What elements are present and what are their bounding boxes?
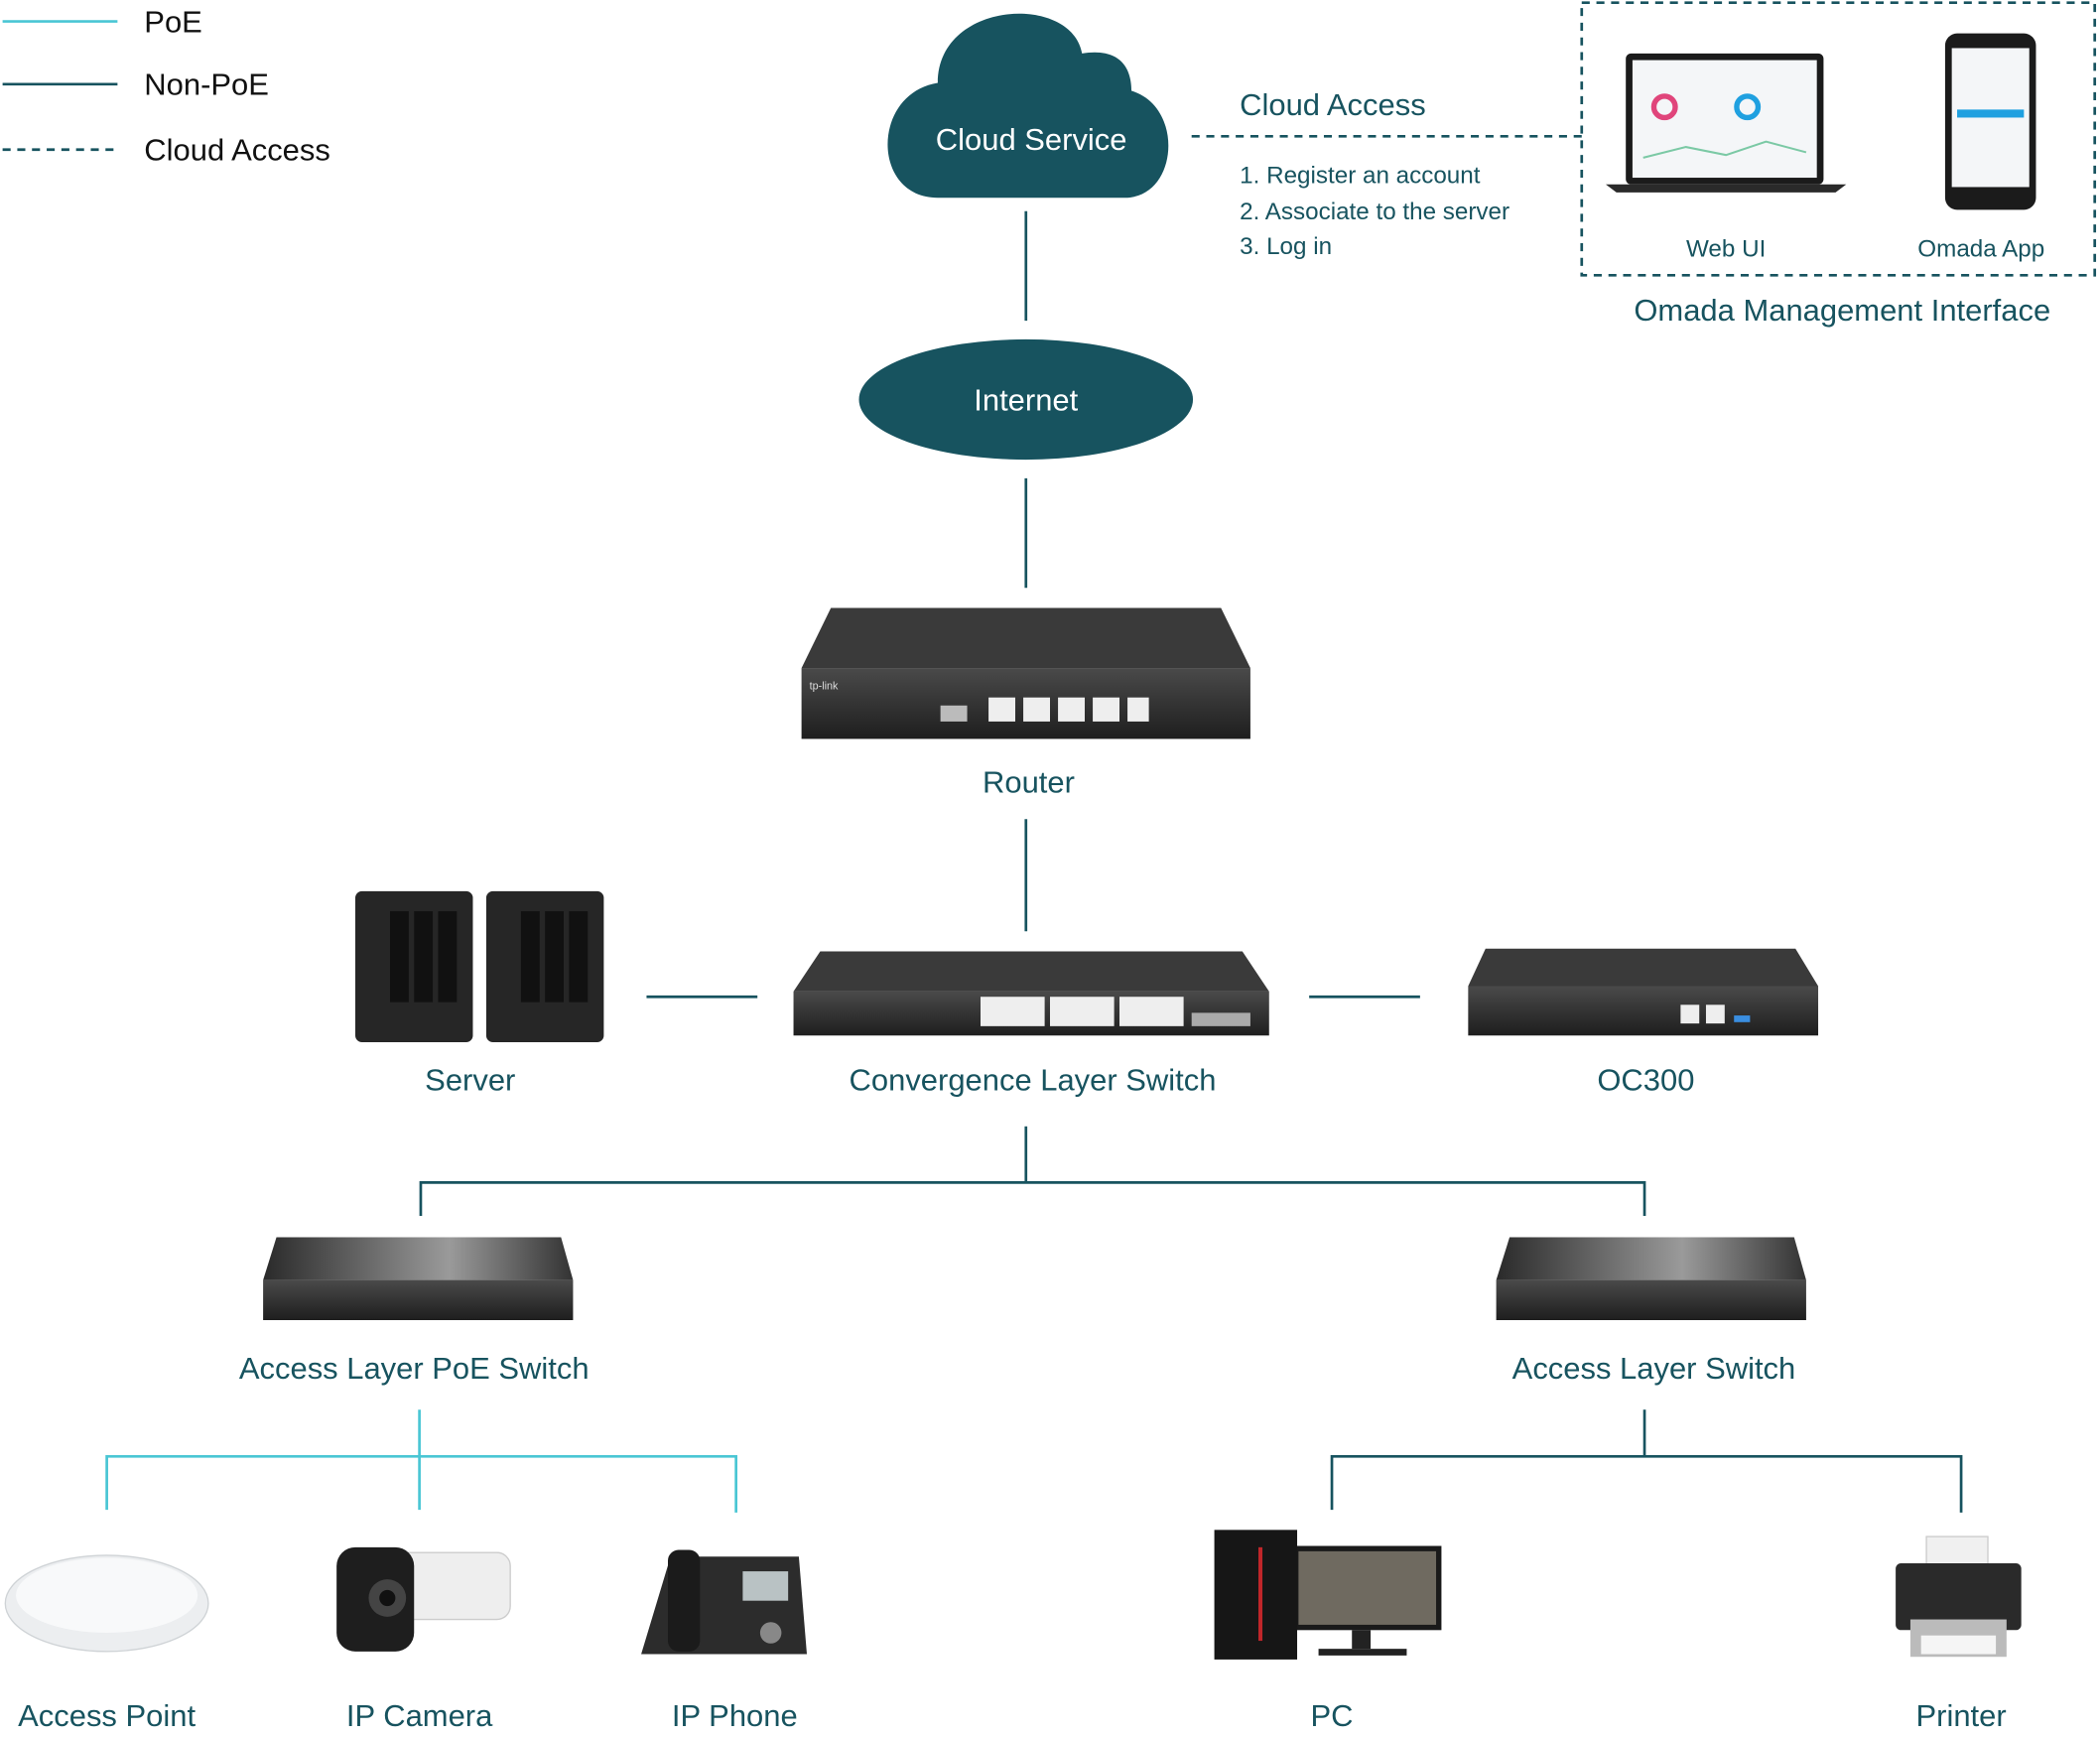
laptop-icon: [1606, 53, 1847, 193]
cloud-icon: [887, 13, 1169, 199]
router-device: tp-link: [801, 607, 1250, 739]
server-label: Server: [425, 1062, 515, 1097]
printer-label: Printer: [1915, 1698, 2006, 1733]
ip-phone-label: IP Phone: [672, 1698, 798, 1733]
legend-cloud-access-label: Cloud Access: [144, 133, 330, 168]
cloud-access-step: 1. Register an account: [1240, 162, 1481, 189]
legend: PoE Non-PoE Cloud Access: [2, 4, 330, 168]
ip-camera-label: IP Camera: [346, 1698, 493, 1733]
router-brand: tp-link: [810, 681, 839, 693]
core-switch-label: Convergence Layer Switch: [850, 1062, 1217, 1097]
access-switch-label: Access Layer Switch: [1512, 1351, 1796, 1386]
oc300-label: OC300: [1597, 1062, 1694, 1097]
network-topology-diagram: PoE Non-PoE Cloud Access Cloud Service C…: [2, 1, 2097, 1733]
management-interface-box: Web UI Omada App: [1580, 1, 2097, 277]
legend-poe-label: PoE: [144, 4, 202, 39]
server-device: [355, 890, 604, 1042]
access-switch-device: [1496, 1237, 1806, 1320]
cloud-service-node: Cloud Service: [887, 13, 1169, 199]
omada-app-label: Omada App: [1917, 235, 2044, 262]
convergence-switch-device: [793, 951, 1269, 1036]
access-point-label: Access Point: [18, 1698, 196, 1733]
pc-device: [1214, 1530, 1442, 1660]
legend-non-poe-label: Non-PoE: [144, 67, 269, 102]
link-access-bus: [419, 1181, 1646, 1216]
cloud-access-step: 3. Log in: [1240, 233, 1332, 260]
pc-label: PC: [1311, 1698, 1354, 1733]
internet-label: Internet: [974, 382, 1078, 417]
cloud-access-step: 2. Associate to the server: [1240, 199, 1509, 225]
printer-device: [1896, 1536, 2022, 1658]
phone-app-icon: [1944, 33, 2036, 210]
web-ui-label: Web UI: [1686, 235, 1766, 262]
link-access-bus-lower: [1330, 1454, 1963, 1513]
oc300-device: [1468, 948, 1819, 1036]
management-title: Omada Management Interface: [1634, 293, 2050, 328]
router-label: Router: [983, 764, 1075, 799]
poe-switch-device: [263, 1237, 574, 1320]
access-point-device: [4, 1554, 209, 1653]
poe-switch-label: Access Layer PoE Switch: [239, 1351, 590, 1386]
cloud-access-title: Cloud Access: [1240, 87, 1426, 122]
cloud-service-label: Cloud Service: [936, 122, 1127, 157]
link-poe-bus: [105, 1454, 738, 1513]
ip-camera-device: [336, 1546, 511, 1652]
ip-phone-device: [641, 1549, 807, 1655]
